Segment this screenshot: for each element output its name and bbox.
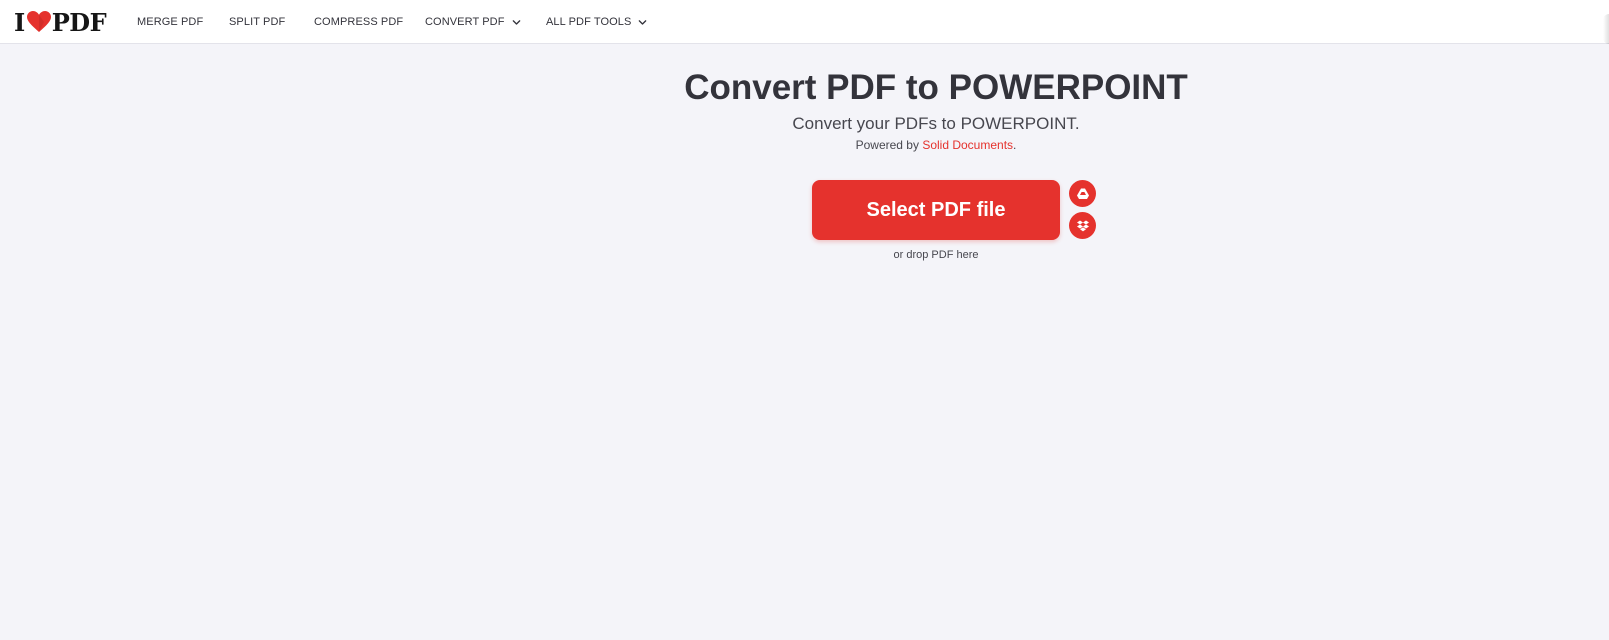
page-title: Convert PDF to POWERPOINT bbox=[684, 68, 1188, 107]
nav-convert-pdf[interactable]: CONVERT PDF bbox=[425, 0, 521, 44]
powered-by-line: Powered by Solid Documents. bbox=[0, 137, 1609, 153]
chevron-down-icon bbox=[639, 19, 647, 25]
nav-convert-pdf-label: CONVERT PDF bbox=[425, 16, 505, 28]
google-drive-icon bbox=[1076, 188, 1089, 199]
nav-all-pdf-tools[interactable]: ALL PDF TOOLS bbox=[546, 0, 647, 44]
logo-letter-i: I bbox=[14, 7, 25, 37]
nav-compress-pdf-label: COMPRESS PDF bbox=[314, 16, 404, 28]
scroll-edge-shadow bbox=[1603, 14, 1609, 44]
dropbox-icon bbox=[1076, 220, 1089, 231]
google-drive-button[interactable] bbox=[1069, 180, 1096, 207]
nav-split-pdf-label: SPLIT PDF bbox=[229, 16, 286, 28]
nav-compress-pdf[interactable]: COMPRESS PDF bbox=[314, 0, 403, 44]
nav-merge-pdf-label: MERGE PDF bbox=[137, 16, 204, 28]
nav-all-pdf-tools-label: ALL PDF TOOLS bbox=[546, 16, 632, 28]
top-navbar: I PDF MERGE PDF SPLIT PDF COMPRESS PDF C… bbox=[0, 0, 1609, 44]
chevron-down-icon bbox=[512, 19, 520, 25]
drop-pdf-hint: or drop PDF here bbox=[893, 249, 979, 261]
ilovepdf-logo[interactable]: I PDF bbox=[14, 7, 107, 37]
select-pdf-file-button[interactable]: Select PDF file bbox=[812, 180, 1060, 240]
dropbox-button[interactable] bbox=[1069, 212, 1096, 239]
nav-merge-pdf[interactable]: MERGE PDF bbox=[137, 0, 203, 44]
nav-split-pdf[interactable]: SPLIT PDF bbox=[229, 0, 285, 44]
solid-documents-link[interactable]: Solid Documents bbox=[922, 138, 1013, 152]
powered-by-prefix: Powered by bbox=[855, 138, 923, 152]
heart-icon bbox=[26, 11, 51, 33]
powered-by-suffix: . bbox=[1013, 138, 1017, 152]
page-subtitle: Convert your PDFs to POWERPOINT. bbox=[792, 114, 1080, 133]
logo-text-pdf: PDF bbox=[51, 7, 107, 37]
